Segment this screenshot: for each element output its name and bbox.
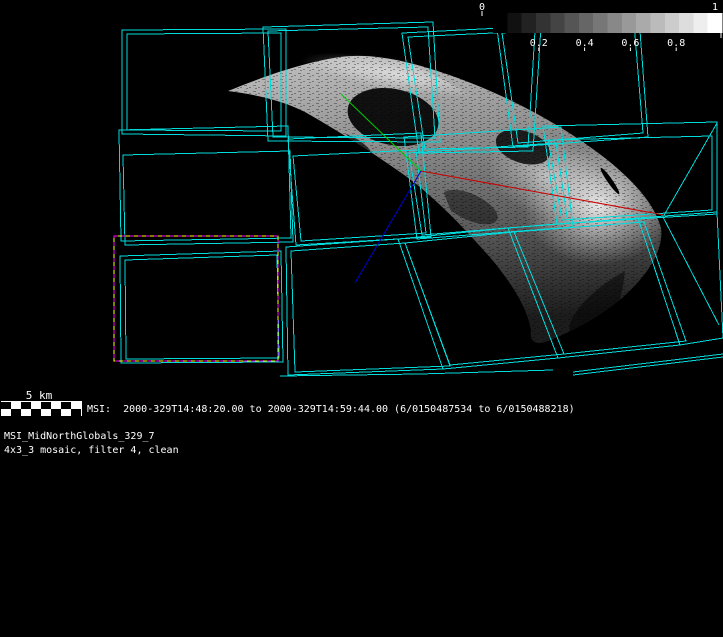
scale-bar-cell (71, 409, 81, 416)
label: 1 (712, 2, 718, 13)
footprint-outline (124, 254, 280, 360)
scale-bar-cell (41, 402, 51, 409)
colorbar-step (693, 13, 709, 33)
footprint-edge (572, 353, 723, 373)
scale-bar-cell (71, 402, 81, 409)
label: 5 km (26, 389, 53, 402)
viz-window: 0 1 0.2 0.4 0.6 0.8 5 km MSI: 2000-329T14:48:2… (0, 0, 723, 637)
scale-bar-cell (51, 409, 61, 416)
label: 0.8 (667, 38, 685, 49)
colorbar-step (564, 13, 580, 33)
label: 0.6 (621, 38, 639, 49)
colorbar-step (679, 13, 694, 33)
footprint-outline (119, 250, 284, 364)
footprint-outline (118, 125, 292, 242)
colorbar-step (550, 13, 566, 33)
colorbar-step (707, 13, 723, 33)
asteroid-model (228, 52, 671, 343)
colorbar-step (535, 13, 551, 33)
scale-bar-cell (21, 402, 31, 409)
scale-bar-cell (61, 409, 71, 416)
scale-bar-cell (41, 409, 51, 416)
colorbar-step (650, 13, 666, 33)
sequence-description: 4x3_3 mosaic, filter 4, clean (4, 445, 179, 456)
footprint-outline (285, 238, 444, 376)
scale-bar-cell (1, 409, 11, 416)
colorbar-step (493, 13, 508, 33)
status-line: MSI: 2000-329T14:48:20.00 to 2000-329T14… (87, 404, 575, 415)
colorbar-step (607, 13, 623, 33)
footprint-edge (572, 356, 723, 376)
scale-bar: 5 km (1, 389, 82, 416)
scale-bar-cell (31, 402, 41, 409)
scale-bar-cell (61, 402, 71, 409)
colorbar-step (521, 13, 537, 33)
scale-bar-cell (51, 402, 61, 409)
footprint-outline (290, 242, 451, 373)
colorbar-step (636, 13, 652, 33)
footprint-edge (662, 122, 720, 326)
footprint-outline (122, 150, 294, 246)
colorbar-step (664, 13, 680, 33)
colorbar: 0 10.2 0.4 0.6 0.8 (479, 2, 723, 51)
scale-bar-cell (31, 409, 41, 416)
scale-bar-cell (21, 409, 31, 416)
label: 0.4 (576, 38, 594, 49)
sequence-name: MSI_MidNorthGlobals_329_7 (4, 431, 155, 442)
colorbar-step (593, 13, 609, 33)
scale-bar-cell (11, 409, 21, 416)
colorbar-step (578, 13, 594, 33)
colorbar-step (621, 13, 637, 33)
scale-bar-cell (11, 402, 21, 409)
z-axis (354, 170, 422, 284)
label: 0.2 (530, 38, 548, 49)
planned-footprint (113, 235, 279, 362)
render-canvas[interactable]: 0 10.2 0.4 0.6 0.85 km (0, 0, 723, 637)
colorbar-step (507, 13, 523, 33)
scale-bar-cell (1, 402, 11, 409)
